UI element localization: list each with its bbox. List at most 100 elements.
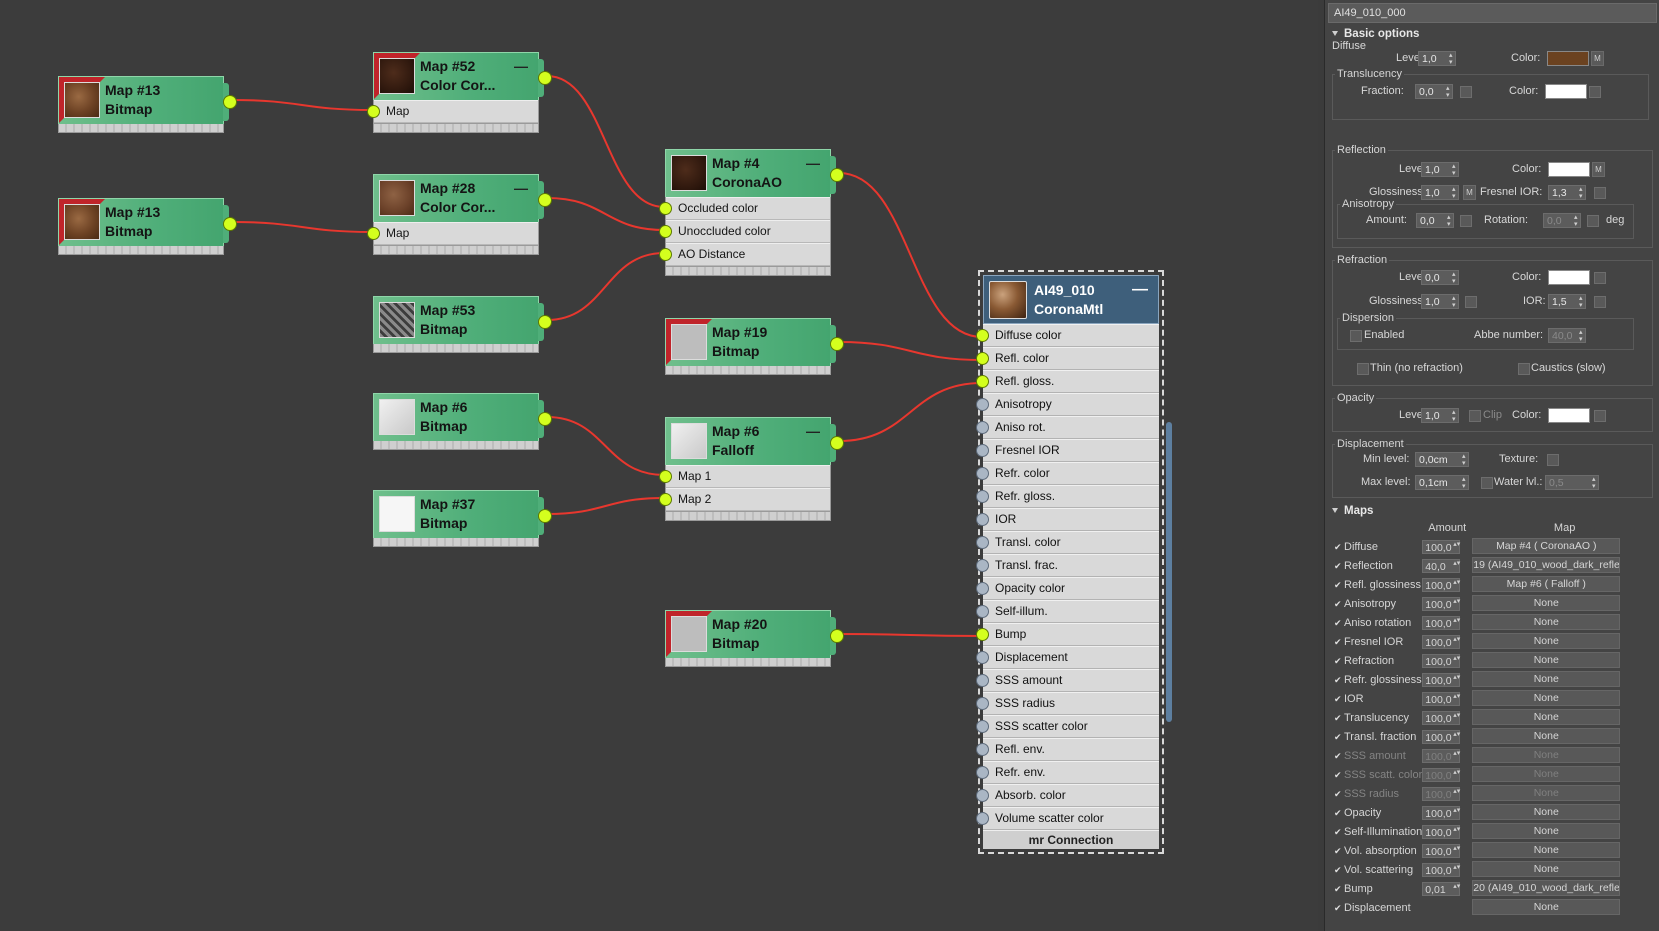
map-slot-button[interactable]: None: [1472, 746, 1621, 763]
node-header[interactable]: Map #19 Bitmap: [665, 318, 844, 366]
map-enable-checkbox[interactable]: ✔: [1334, 846, 1344, 857]
input-slot[interactable]: Map 2: [659, 488, 830, 511]
map-enable-checkbox[interactable]: ✔: [1334, 751, 1344, 762]
fresnel-ior-map-checkbox[interactable]: [1594, 187, 1606, 199]
translucency-color-swatch[interactable]: [1545, 84, 1587, 99]
material-name-field[interactable]: AI49_010_000: [1328, 3, 1657, 23]
map-enable-checkbox[interactable]: ✔: [1334, 789, 1344, 800]
node-map-37-bitmap[interactable]: Map #37 Bitmap: [373, 490, 552, 547]
output-port-icon[interactable]: [538, 315, 552, 329]
map-amount-spinner[interactable]: 100,0: [1422, 597, 1461, 611]
output-port-icon[interactable]: [538, 71, 552, 85]
map-slot-button[interactable]: None: [1472, 784, 1621, 801]
material-slot[interactable]: Aniso rot.: [976, 416, 1159, 439]
map-slot-button[interactable]: None: [1472, 689, 1621, 706]
map-amount-spinner[interactable]: 100,0: [1422, 711, 1461, 725]
wire-map19-to-refl-color[interactable]: [838, 341, 983, 361]
map-slot-button[interactable]: None: [1472, 898, 1621, 915]
wire-map52-to-occluded[interactable]: [546, 75, 665, 208]
wire-map6-to-map1[interactable]: [546, 416, 665, 476]
material-slot[interactable]: Transl. color: [976, 531, 1159, 554]
map-amount-spinner[interactable]: 100,0: [1422, 635, 1461, 649]
input-port-icon[interactable]: [976, 490, 989, 503]
wire-ao-to-diffuse[interactable]: [838, 172, 983, 338]
input-slot[interactable]: Unoccluded color: [659, 220, 830, 243]
dispersion-enabled-checkbox[interactable]: [1350, 330, 1362, 342]
input-port-icon[interactable]: [976, 651, 989, 664]
map-amount-spinner[interactable]: 100,0: [1422, 540, 1461, 554]
node-map-52-color-cor-[interactable]: Map #52 Color Cor... — Map: [367, 52, 552, 133]
material-slot[interactable]: Refl. env.: [976, 738, 1159, 761]
material-slot[interactable]: Diffuse color: [976, 324, 1159, 347]
node-map-4-coronaao[interactable]: Map #4 CoronaAO — Occluded color Unoccluded …: [659, 149, 844, 276]
map-slot-button[interactable]: None: [1472, 765, 1621, 782]
input-port-icon[interactable]: [659, 470, 672, 483]
diffuse-map-button[interactable]: M: [1591, 51, 1604, 66]
input-port-icon[interactable]: [976, 812, 989, 825]
material-slot[interactable]: Refl. color: [976, 347, 1159, 370]
input-port-icon[interactable]: [659, 493, 672, 506]
map-amount-spinner[interactable]: 100,0: [1422, 578, 1461, 592]
map-slot-button[interactable]: None: [1472, 670, 1621, 687]
output-port-icon[interactable]: [223, 217, 237, 231]
map-amount-spinner[interactable]: 100,0: [1422, 749, 1461, 763]
map-enable-checkbox[interactable]: ✔: [1334, 542, 1344, 553]
anisotropy-map-checkbox[interactable]: [1460, 215, 1472, 227]
node-header[interactable]: Map #20 Bitmap: [665, 610, 844, 658]
map-amount-spinner[interactable]: 100,0: [1422, 844, 1461, 858]
anisotropy-amount-spinner[interactable]: 0,0: [1416, 213, 1454, 228]
map-slot-button[interactable]: Map #6 ( Falloff ): [1472, 575, 1621, 592]
input-port-icon[interactable]: [976, 421, 989, 434]
input-port-icon[interactable]: [976, 766, 989, 779]
diffuse-color-swatch[interactable]: [1547, 51, 1589, 66]
node-header[interactable]: Map #37 Bitmap: [373, 490, 552, 538]
map-enable-checkbox[interactable]: ✔: [1334, 637, 1344, 648]
map-slot-button[interactable]: None: [1472, 860, 1621, 877]
node-editor-canvas[interactable]: Map #13 Bitmap Map #13 Bitmap Map #52 Color C…: [0, 0, 1318, 931]
input-port-icon[interactable]: [976, 720, 989, 733]
map-amount-spinner[interactable]: 100,0: [1422, 673, 1461, 687]
node-map-19-bitmap[interactable]: Map #19 Bitmap: [665, 318, 844, 375]
material-slot[interactable]: IOR: [976, 508, 1159, 531]
input-port-icon[interactable]: [976, 444, 989, 457]
output-port-icon[interactable]: [538, 509, 552, 523]
map-amount-spinner[interactable]: 40,0: [1422, 559, 1461, 573]
fresnel-ior-spinner[interactable]: 1,3: [1548, 185, 1586, 200]
output-port-icon[interactable]: [830, 629, 844, 643]
map-slot-button[interactable]: None: [1472, 803, 1621, 820]
input-port-icon[interactable]: [367, 105, 380, 118]
node-header[interactable]: Map #28 Color Cor... —: [373, 174, 552, 222]
input-port-icon[interactable]: [367, 227, 380, 240]
map-enable-checkbox[interactable]: ✔: [1334, 865, 1344, 876]
node-map-13-bitmap[interactable]: Map #13 Bitmap: [58, 198, 237, 255]
abbe-number-spinner[interactable]: 40,0: [1548, 328, 1586, 343]
node-map-13-bitmap[interactable]: Map #13 Bitmap: [58, 76, 237, 133]
input-port-icon[interactable]: [976, 582, 989, 595]
basic-options-header[interactable]: Basic options: [1328, 27, 1657, 42]
map-enable-checkbox[interactable]: ✔: [1334, 656, 1344, 667]
map-slot-button[interactable]: None: [1472, 822, 1621, 839]
input-port-icon[interactable]: [976, 467, 989, 480]
refraction-color-swatch[interactable]: [1548, 270, 1590, 285]
input-port-icon[interactable]: [659, 248, 672, 261]
input-port-icon[interactable]: [976, 789, 989, 802]
input-port-icon[interactable]: [976, 605, 989, 618]
input-port-icon[interactable]: [976, 674, 989, 687]
map-enable-checkbox[interactable]: ✔: [1334, 827, 1344, 838]
map-slot-button[interactable]: None: [1472, 613, 1621, 630]
material-slot[interactable]: SSS radius: [976, 692, 1159, 715]
collapse-icon[interactable]: —: [806, 423, 820, 439]
output-port-icon[interactable]: [830, 436, 844, 450]
map-amount-spinner[interactable]: 100,0: [1422, 692, 1461, 706]
translucency-map-checkbox[interactable]: [1460, 86, 1472, 98]
input-port-icon[interactable]: [976, 697, 989, 710]
wire-map37-to-map2[interactable]: [546, 497, 665, 515]
map-enable-checkbox[interactable]: ✔: [1334, 808, 1344, 819]
input-slot[interactable]: Occluded color: [659, 197, 830, 220]
map-amount-spinner[interactable]: 100,0: [1422, 730, 1461, 744]
input-slot[interactable]: Map: [367, 222, 538, 245]
input-slot[interactable]: AO Distance: [659, 243, 830, 266]
map-amount-spinner[interactable]: 100,0: [1422, 768, 1461, 782]
input-port-icon[interactable]: [659, 225, 672, 238]
node-header[interactable]: Map #13 Bitmap: [58, 198, 237, 246]
